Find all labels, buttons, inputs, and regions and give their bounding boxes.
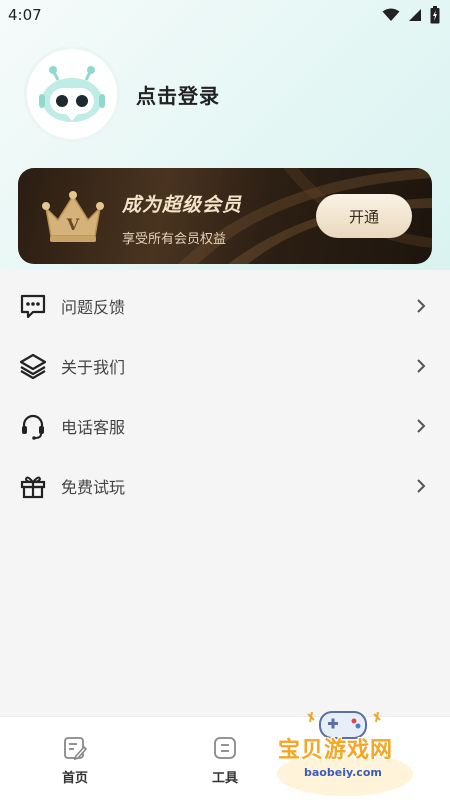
signal-icon xyxy=(409,9,421,21)
status-time: 4:07 xyxy=(8,6,42,24)
watermark-url: baobeiy.com xyxy=(304,766,382,779)
tab-home[interactable]: 首页 xyxy=(35,735,115,786)
menu-label-feedback: 问题反馈 xyxy=(61,298,126,317)
vip-subtitle: 享受所有会员权益 xyxy=(122,232,227,247)
chevron-right-icon xyxy=(414,419,428,433)
headset-icon xyxy=(18,411,48,441)
vip-banner[interactable]: V 成为超级会员 享受所有会员权益 开通 xyxy=(18,168,432,264)
status-bar: 4:07 xyxy=(0,0,450,30)
vip-title: 成为超级会员 xyxy=(122,194,243,216)
menu-item-free-trial[interactable]: 免费试玩 xyxy=(0,456,450,516)
menu-item-feedback[interactable]: 问题反馈 xyxy=(0,276,450,336)
robot-avatar-icon xyxy=(39,66,105,122)
status-icons xyxy=(382,6,440,24)
watermark-text: 宝贝游戏网 xyxy=(278,738,394,763)
avatar[interactable] xyxy=(24,46,120,142)
menu-item-customer-service[interactable]: 电话客服 xyxy=(0,396,450,456)
chevron-right-icon xyxy=(414,479,428,493)
tab-label-home: 首页 xyxy=(61,771,88,786)
login-link[interactable]: 点击登录 xyxy=(136,80,220,109)
wifi-icon xyxy=(382,8,400,21)
crown-letter: V xyxy=(66,215,80,234)
chevron-right-icon xyxy=(414,359,428,373)
battery-icon xyxy=(430,6,440,24)
gift-icon xyxy=(18,471,48,501)
edit-doc-icon xyxy=(64,737,88,761)
tool-icon xyxy=(214,737,236,759)
tab-tools[interactable]: 工具 xyxy=(185,735,265,786)
chevron-right-icon xyxy=(414,299,428,313)
tab-label-tools: 工具 xyxy=(211,771,238,786)
menu-list: 问题反馈 关于我们 电话客服 免费试玩 xyxy=(0,276,450,516)
open-vip-button[interactable]: 开通 xyxy=(316,194,412,238)
layers-icon xyxy=(18,351,48,381)
profile-section[interactable]: 点击登录 xyxy=(24,46,220,142)
menu-item-about[interactable]: 关于我们 xyxy=(0,336,450,396)
menu-label-about: 关于我们 xyxy=(61,358,126,377)
menu-label-customer-service: 电话客服 xyxy=(61,418,126,437)
crown-icon: V xyxy=(42,191,104,242)
feedback-icon xyxy=(18,291,48,321)
watermark-logo: 宝贝游戏网 baobeiy.com xyxy=(270,704,420,800)
menu-label-free-trial: 免费试玩 xyxy=(61,478,126,497)
